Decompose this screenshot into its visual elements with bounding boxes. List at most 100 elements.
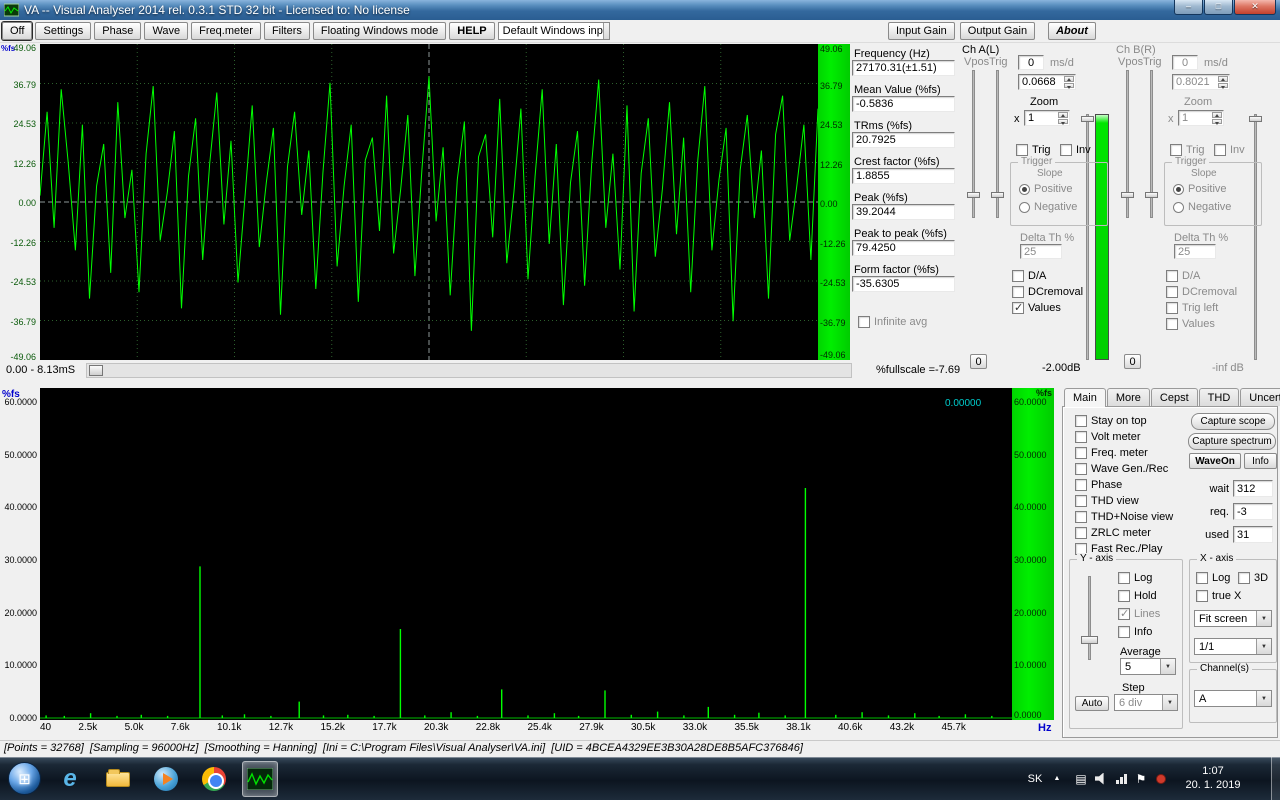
wave-gen-checkbox[interactable]: Wave Gen./Rec: [1075, 463, 1168, 475]
tray-network-icon[interactable]: [1112, 757, 1130, 800]
dropdown-arrow-icon[interactable]: ▼: [1256, 691, 1271, 706]
y-lines-checkbox[interactable]: Lines: [1118, 608, 1160, 620]
channel-a-negative-radio[interactable]: Negative: [1019, 201, 1077, 213]
tray-antivirus-icon[interactable]: [1152, 757, 1170, 800]
channel-a-zero-button[interactable]: 0: [970, 354, 987, 369]
channel-b-dcremoval-checkbox[interactable]: DCremoval: [1166, 286, 1237, 298]
visual-analyser-taskbar-icon[interactable]: [242, 761, 278, 797]
fit-screen-select[interactable]: Fit screen▼: [1194, 610, 1272, 627]
tray-action-center-flag-icon[interactable]: ⚑: [1132, 757, 1150, 800]
checkbox-box[interactable]: [1118, 590, 1130, 602]
close-button-icon[interactable]: ✕: [1234, 0, 1276, 15]
spinner-arrows-icon[interactable]: [1058, 112, 1068, 124]
channel-a-trig-checkbox[interactable]: Trig: [1016, 144, 1051, 156]
checkbox-box[interactable]: [1075, 479, 1087, 491]
spinner-arrows-icon[interactable]: [1064, 76, 1074, 88]
infinite-avg-checkbox[interactable]: Infinite avg: [858, 316, 927, 328]
tab-thd[interactable]: THD: [1199, 388, 1240, 406]
start-button[interactable]: ⊞: [8, 762, 41, 795]
x-3d-checkbox[interactable]: 3D: [1238, 572, 1268, 584]
dropdown-arrow-icon[interactable]: ▼: [1160, 659, 1175, 674]
checkbox-box[interactable]: [1075, 415, 1087, 427]
wave-button[interactable]: Wave: [144, 22, 188, 40]
dropdown-arrow-icon[interactable]: ▼: [1256, 639, 1271, 654]
vpos-slider-thumb[interactable]: [967, 192, 980, 198]
step-select[interactable]: 6 div▼: [1114, 694, 1178, 711]
tray-clipboard-icon[interactable]: ▤: [1072, 757, 1090, 800]
checkbox-box[interactable]: [1166, 270, 1178, 282]
channel-a-positive-radio[interactable]: Positive: [1019, 183, 1073, 195]
stay-on-top-checkbox[interactable]: Stay on top: [1075, 415, 1147, 427]
floating-windows-button[interactable]: Floating Windows mode: [313, 22, 446, 40]
msd-spinner[interactable]: 0: [1018, 55, 1044, 70]
radio-button[interactable]: [1173, 184, 1184, 195]
spectrum-display[interactable]: 0.00000: [40, 388, 1012, 720]
channel-b-gain-thumb[interactable]: [1249, 116, 1262, 122]
channel-b-trig-checkbox[interactable]: Trig: [1170, 144, 1205, 156]
checkbox-box[interactable]: [1170, 144, 1182, 156]
file-explorer-icon[interactable]: [100, 761, 136, 797]
oscilloscope-display[interactable]: [40, 44, 818, 360]
radio-button[interactable]: [1019, 184, 1030, 195]
hidden-icons-chevron-icon[interactable]: ▲: [1048, 757, 1066, 800]
zrlc-meter-checkbox[interactable]: ZRLC meter: [1075, 527, 1151, 539]
channel-a-da-checkbox[interactable]: D/A: [1012, 270, 1046, 282]
zoom-spinner[interactable]: 1: [1178, 110, 1224, 126]
channel-b-da-checkbox[interactable]: D/A: [1166, 270, 1200, 282]
channel-a-values-checkbox[interactable]: Values: [1012, 302, 1061, 314]
checkbox-box[interactable]: [1118, 608, 1130, 620]
auto-button[interactable]: Auto: [1075, 696, 1109, 711]
chrome-icon[interactable]: [196, 761, 232, 797]
dropdown-arrow-icon[interactable]: ▼: [603, 23, 610, 39]
checkbox-box[interactable]: [1075, 527, 1087, 539]
checkbox-box[interactable]: [1075, 447, 1087, 459]
delay-spinner[interactable]: 0.8021: [1172, 74, 1230, 90]
title-bar[interactable]: VA -- Visual Analyser 2014 rel. 0.3.1 ST…: [0, 0, 1280, 20]
info-button[interactable]: Info: [1244, 453, 1277, 469]
channel-b-negative-radio[interactable]: Negative: [1173, 201, 1231, 213]
volt-meter-checkbox[interactable]: Volt meter: [1075, 431, 1141, 443]
freqmeter-button[interactable]: Freq.meter: [191, 22, 261, 40]
checkbox-box[interactable]: [1238, 572, 1250, 584]
checkbox-box[interactable]: [1075, 431, 1087, 443]
spinner-arrows-icon[interactable]: [1212, 112, 1222, 124]
checkbox-box[interactable]: [1016, 144, 1028, 156]
radio-button[interactable]: [1173, 202, 1184, 213]
checkbox-box[interactable]: [1075, 463, 1087, 475]
checkbox-box[interactable]: [858, 316, 870, 328]
vpos-slider-thumb[interactable]: [1121, 192, 1134, 198]
thd-view-checkbox[interactable]: THD view: [1075, 495, 1139, 507]
off-button[interactable]: Off: [2, 22, 32, 40]
zoom-spinner[interactable]: 1: [1024, 110, 1070, 126]
scrollbar-thumb[interactable]: [89, 365, 103, 376]
capture-scope-button[interactable]: Capture scope: [1191, 413, 1275, 430]
wave-on-button[interactable]: WaveOn: [1189, 453, 1241, 469]
phase-checkbox[interactable]: Phase: [1075, 479, 1122, 491]
checkbox-box[interactable]: [1196, 572, 1208, 584]
checkbox-box[interactable]: [1012, 270, 1024, 282]
dropdown-arrow-icon[interactable]: ▼: [1256, 611, 1271, 626]
output-gain-button[interactable]: Output Gain: [960, 22, 1035, 40]
y-scale-slider-thumb[interactable]: [1081, 636, 1098, 644]
checkbox-box[interactable]: [1075, 495, 1087, 507]
tab-cepst[interactable]: Cepst: [1151, 388, 1198, 406]
y-scale-slider[interactable]: [1088, 576, 1091, 660]
dropdown-arrow-icon[interactable]: ▼: [1162, 695, 1177, 710]
checkbox-box[interactable]: [1166, 318, 1178, 330]
channel-a-dcremoval-checkbox[interactable]: DCremoval: [1012, 286, 1083, 298]
filters-button[interactable]: Filters: [264, 22, 310, 40]
thd-noise-view-checkbox[interactable]: THD+Noise view: [1075, 511, 1173, 523]
settings-button[interactable]: Settings: [35, 22, 91, 40]
channel-a-inv-checkbox[interactable]: Inv: [1060, 144, 1091, 156]
input-gain-button[interactable]: Input Gain: [888, 22, 955, 40]
checkbox-box[interactable]: [1012, 302, 1024, 314]
trig-slider-thumb[interactable]: [991, 192, 1004, 198]
channel-b-values-checkbox[interactable]: Values: [1166, 318, 1215, 330]
checkbox-box[interactable]: [1196, 590, 1208, 602]
internet-explorer-icon[interactable]: e: [52, 761, 88, 797]
minimize-button-icon[interactable]: –: [1174, 0, 1203, 15]
channel-b-trigleft-checkbox[interactable]: Trig left: [1166, 302, 1218, 314]
tray-speaker-icon[interactable]: [1092, 757, 1110, 800]
radio-button[interactable]: [1019, 202, 1030, 213]
taskbar-clock[interactable]: 1:07 20. 1. 2019: [1178, 764, 1248, 792]
